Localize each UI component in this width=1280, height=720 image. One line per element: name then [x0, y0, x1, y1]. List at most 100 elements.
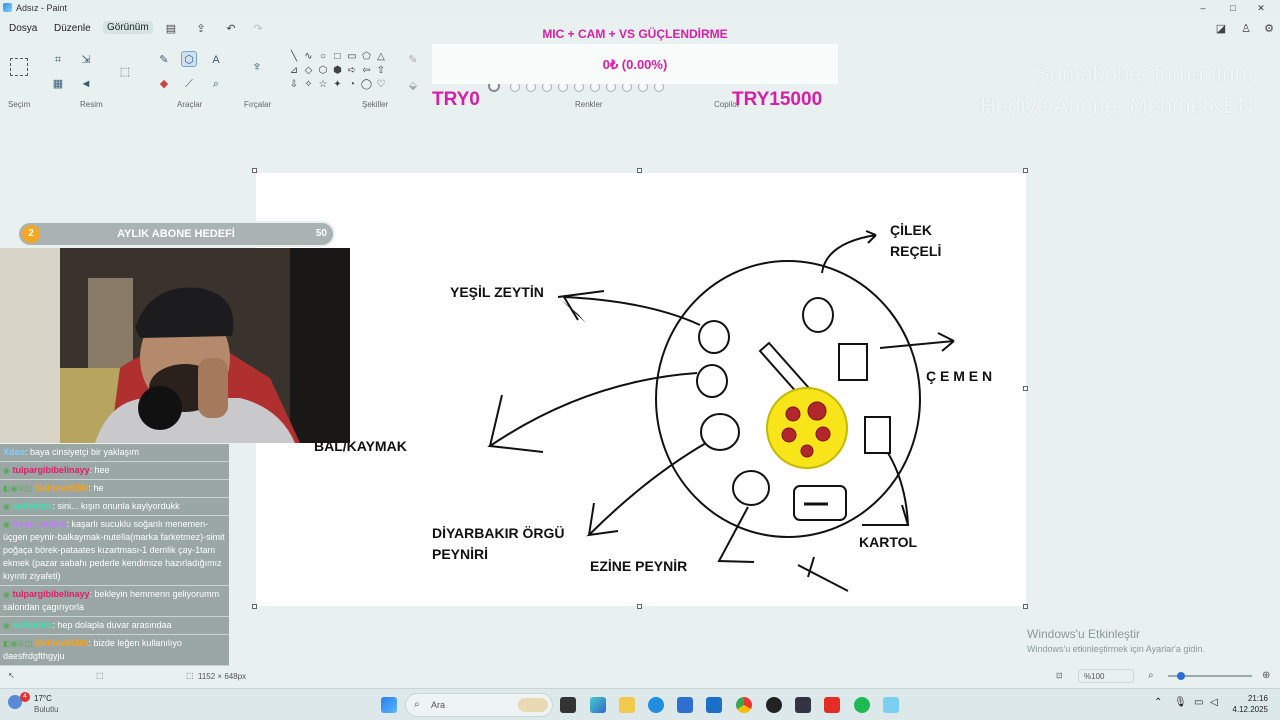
- menu-view[interactable]: Görünüm: [103, 21, 153, 34]
- account-icon[interactable]: ♙: [1239, 22, 1253, 36]
- share-icon[interactable]: ⇪: [194, 22, 208, 36]
- olive-bowl: [698, 320, 730, 354]
- chat-badges-icon: ◧◉①◫: [3, 484, 33, 493]
- color-picker-icon[interactable]: ⟋: [181, 76, 197, 92]
- image-effects-icon[interactable]: ▦: [50, 76, 66, 92]
- resize-handle[interactable]: [252, 604, 257, 609]
- resize-handle[interactable]: [637, 168, 642, 173]
- drawing-canvas[interactable]: ÇİLEK REÇELİ YEŞİL ZEYTİN Ç E M E N BAL/…: [256, 173, 1026, 606]
- outline-icon[interactable]: ✎: [405, 52, 421, 68]
- minimize-button[interactable]: –: [1188, 1, 1218, 15]
- crop-icon[interactable]: ⌗: [50, 52, 66, 68]
- chat-username[interactable]: MehmetKBN: [35, 483, 89, 493]
- group-label-selection: Seçim: [8, 100, 31, 109]
- zoom-select[interactable]: %100: [1078, 669, 1134, 683]
- shape-option-icon[interactable]: ➪: [346, 65, 358, 77]
- fit-to-window-icon[interactable]: ⊡: [1056, 671, 1063, 680]
- eraser-icon[interactable]: ◆: [156, 76, 172, 92]
- app-icon[interactable]: [795, 697, 811, 713]
- maximize-button[interactable]: □: [1218, 1, 1248, 15]
- webcam-feed: [0, 248, 350, 443]
- egg-dot: [785, 406, 801, 422]
- zoom-slider-thumb[interactable]: [1177, 672, 1185, 680]
- resize-handle[interactable]: [1023, 604, 1028, 609]
- shape-option-icon[interactable]: △: [375, 51, 387, 63]
- zoom-out-icon[interactable]: ⌕: [1148, 670, 1154, 681]
- shape-option-icon[interactable]: ⬢: [332, 65, 344, 77]
- spotify-icon[interactable]: [854, 697, 870, 713]
- taskbar-search[interactable]: ⌕ Ara: [405, 693, 553, 717]
- obs-icon[interactable]: [766, 697, 782, 713]
- feedback-icon[interactable]: ◪: [1214, 22, 1228, 36]
- pencil-icon[interactable]: ✎: [156, 52, 172, 68]
- youtube-icon[interactable]: [824, 697, 840, 713]
- zoom-tool-icon[interactable]: ⌕: [208, 76, 224, 92]
- shape-option-icon[interactable]: ♡: [375, 79, 387, 91]
- shape-option-icon[interactable]: ✦: [332, 79, 344, 91]
- shape-option-icon[interactable]: ⇦: [361, 65, 373, 77]
- chat-username[interactable]: safisinizz: [13, 620, 53, 630]
- shape-option-icon[interactable]: ╲: [288, 51, 300, 63]
- edge-icon[interactable]: [648, 697, 664, 713]
- egg-dot: [800, 444, 814, 458]
- shape-option-icon[interactable]: ○: [317, 51, 329, 63]
- zoom-in-icon[interactable]: ⊕: [1262, 670, 1270, 681]
- resize-handle[interactable]: [637, 604, 642, 609]
- chat-message: ◉ furan_online: kaşarlı sucuklu soğanlı …: [0, 516, 229, 586]
- shape-option-icon[interactable]: ⇩: [288, 79, 300, 91]
- shape-option-icon[interactable]: ◯: [361, 79, 373, 91]
- undo-icon[interactable]: ↶: [224, 22, 238, 36]
- rotate-icon[interactable]: ◄: [78, 76, 94, 92]
- resize-handle[interactable]: [1023, 168, 1028, 173]
- shape-fill-icon[interactable]: ⬙: [405, 78, 421, 94]
- fill-bucket-icon[interactable]: ⬡: [181, 51, 197, 67]
- copilot-icon[interactable]: [590, 697, 606, 713]
- shape-option-icon[interactable]: ⇧: [375, 65, 387, 77]
- tray-chevron-icon[interactable]: ⌃: [1154, 697, 1162, 708]
- chat-username[interactable]: tulpargibibelinayy: [13, 465, 90, 475]
- resize-handle[interactable]: [1023, 386, 1028, 391]
- menu-edit[interactable]: Düzenle: [54, 23, 91, 34]
- paint-taskbar-icon[interactable]: [883, 697, 899, 713]
- shape-option-icon[interactable]: ✧: [303, 79, 315, 91]
- canvas-size: 1152 × 648px: [198, 672, 247, 681]
- volume-icon[interactable]: ◁: [1210, 697, 1218, 708]
- shape-option-icon[interactable]: ▭: [346, 51, 358, 63]
- chat-username[interactable]: safisinizz: [13, 501, 53, 511]
- menu-file[interactable]: Dosya: [9, 23, 37, 34]
- chat-message: Xdeo: baya cinsiyetçi bir yaklaşım: [0, 444, 229, 462]
- shape-option-icon[interactable]: ∿: [303, 51, 315, 63]
- clock-time[interactable]: 21:16: [1232, 694, 1268, 703]
- start-icon[interactable]: [381, 697, 397, 713]
- save-icon[interactable]: ▤: [164, 22, 178, 36]
- task-view-icon[interactable]: [560, 697, 576, 713]
- donation-goal-max: TRY15000: [732, 89, 823, 110]
- store-icon[interactable]: [677, 697, 693, 713]
- network-icon[interactable]: ▭: [1194, 697, 1203, 708]
- shape-option-icon[interactable]: ⬡: [317, 65, 329, 77]
- chat-username[interactable]: furan_online: [13, 519, 67, 529]
- text-tool-icon[interactable]: A: [208, 52, 224, 68]
- shape-option-icon[interactable]: ⬠: [361, 51, 373, 63]
- outlook-icon[interactable]: [706, 697, 722, 713]
- shape-option-icon[interactable]: ◔: [346, 79, 358, 91]
- select-tool-icon[interactable]: [10, 58, 28, 76]
- resize-handle[interactable]: [252, 168, 257, 173]
- close-button[interactable]: ✕: [1246, 1, 1276, 15]
- file-explorer-icon[interactable]: [619, 697, 635, 713]
- shape-option-icon[interactable]: ◇: [303, 65, 315, 77]
- image-select-icon[interactable]: ⬚: [117, 64, 133, 80]
- chat-username[interactable]: tulpargibibelinayy: [13, 589, 90, 599]
- chat-username[interactable]: MehmetKBN: [35, 638, 89, 648]
- clock-date[interactable]: 4.12.2025: [1224, 705, 1268, 714]
- shape-option-icon[interactable]: ⊿: [288, 65, 300, 77]
- resize-icon[interactable]: ⇲: [78, 52, 94, 68]
- chrome-icon[interactable]: [736, 697, 752, 713]
- shape-option-icon[interactable]: ☆: [317, 79, 329, 91]
- settings-gear-icon[interactable]: ⚙: [1262, 22, 1276, 36]
- chat-username[interactable]: Xdeo: [3, 447, 25, 457]
- shape-option-icon[interactable]: □: [332, 51, 344, 63]
- mic-icon[interactable]: 🎙: [1174, 697, 1187, 708]
- brush-icon[interactable]: ♆: [249, 58, 265, 74]
- redo-icon[interactable]: ↷: [251, 22, 265, 36]
